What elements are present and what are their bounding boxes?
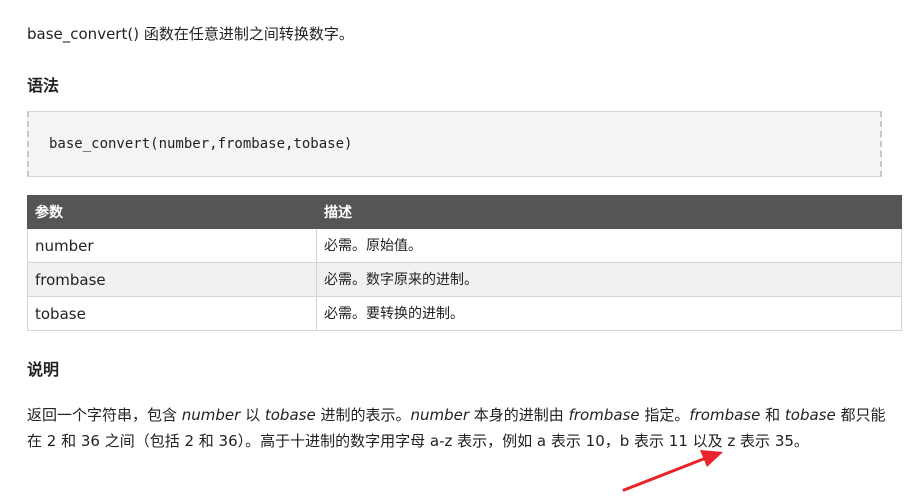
desc-param-tobase: tobase [264, 406, 316, 424]
param-name: number [27, 228, 317, 263]
table-header-desc: 描述 [316, 195, 902, 229]
desc-text: 进制的表示。 [315, 406, 411, 424]
syntax-heading: 语法 [27, 76, 60, 95]
desc-text: 指定。 [639, 406, 690, 424]
param-name: frombase [27, 262, 317, 297]
description-heading: 说明 [27, 360, 60, 379]
desc-text: 本身的进制由 [469, 406, 569, 424]
table-header-param: 参数 [27, 195, 317, 229]
syntax-code-block: base_convert(number,frombase,tobase) [27, 111, 882, 177]
table-row: frombase 必需。数字原来的进制。 [27, 262, 902, 297]
table-header-row: 参数 描述 [27, 195, 902, 229]
desc-param-frombase: frombase [568, 406, 640, 424]
desc-param-frombase: frombase [689, 406, 761, 424]
param-desc: 必需。原始值。 [316, 228, 902, 263]
parameters-table: 参数 描述 number 必需。原始值。 frombase 必需。数字原来的进制… [27, 195, 902, 331]
param-desc: 必需。要转换的进制。 [316, 296, 902, 331]
syntax-code: base_convert(number,frombase,tobase) [49, 136, 353, 152]
desc-text: 返回一个字符串，包含 [27, 406, 182, 424]
table-row: tobase 必需。要转换的进制。 [27, 296, 902, 331]
desc-param-number: number [181, 406, 241, 424]
desc-text: 和 [760, 406, 785, 424]
table-row: number 必需。原始值。 [27, 228, 902, 263]
desc-param-tobase: tobase [784, 406, 836, 424]
desc-text: 以 [240, 406, 265, 424]
param-name: tobase [27, 296, 317, 331]
param-desc: 必需。数字原来的进制。 [316, 262, 902, 297]
desc-param-number: number [410, 406, 470, 424]
intro-text: base_convert() 函数在任意进制之间转换数字。 [27, 25, 354, 43]
description-paragraph: 返回一个字符串，包含 number 以 tobase 进制的表示。number … [27, 402, 897, 454]
